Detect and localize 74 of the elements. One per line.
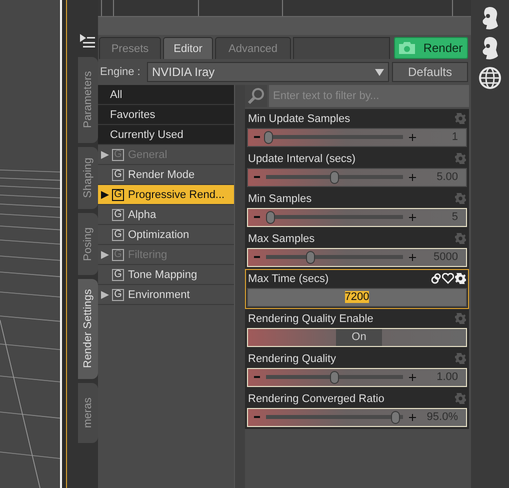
plus-icon[interactable] [409, 374, 416, 381]
globe-icon[interactable] [478, 66, 502, 90]
expand-icon[interactable] [101, 290, 109, 298]
defaults-button[interactable]: Defaults [392, 62, 468, 82]
property-name: Rendering Quality Enable [248, 312, 374, 325]
plus-icon[interactable] [409, 174, 416, 181]
search-icon[interactable] [245, 85, 267, 107]
group-item[interactable]: G Progressive Rend... [98, 185, 234, 205]
head-icon[interactable] [480, 6, 500, 30]
side-tab[interactable]: meras [78, 383, 98, 443]
group-label: Environment [128, 288, 190, 300]
property-name: Min Update Samples [248, 112, 350, 125]
group-label: Render Mode [128, 168, 195, 180]
property-name: Rendering Converged Ratio [248, 392, 384, 405]
minus-icon[interactable] [254, 376, 260, 378]
engine-label: Engine : [100, 66, 142, 78]
group-icon: G [112, 188, 124, 200]
camera-icon [399, 42, 416, 54]
property-name: Update Interval (secs) [248, 152, 356, 165]
property-name: Max Time (secs) [248, 272, 329, 285]
value-reading: 5 [450, 211, 459, 224]
property-name: Rendering Quality [248, 352, 336, 365]
link-icon[interactable] [431, 273, 441, 284]
toggle-button[interactable]: On [336, 328, 382, 346]
plus-icon[interactable] [409, 254, 416, 261]
plus-icon[interactable] [409, 134, 416, 141]
engine-dropdown[interactable]: NVIDIA Iray [147, 62, 389, 82]
value-reading: 1.00 [436, 371, 459, 384]
group-icon: G [112, 228, 124, 240]
minus-icon[interactable] [254, 136, 260, 138]
minus-icon[interactable] [254, 176, 260, 178]
minus-icon[interactable] [254, 416, 260, 418]
group-icon: G [112, 168, 124, 180]
side-tab[interactable]: Render Settings [78, 279, 98, 379]
value-reading: 5000 [432, 251, 459, 264]
minus-icon[interactable] [254, 216, 260, 218]
group-label: Tone Mapping [128, 268, 198, 280]
filter-item[interactable]: All [98, 85, 234, 105]
slider-thumb[interactable] [306, 250, 316, 264]
side-tab[interactable]: Parameters [78, 57, 98, 143]
minus-icon[interactable] [254, 256, 260, 258]
render-button[interactable]: Render [394, 37, 468, 59]
value-reading: 1 [450, 131, 459, 144]
property-name: Max Samples [248, 232, 315, 245]
side-tab[interactable]: Shaping [78, 147, 98, 209]
value-reading: 95.0% [426, 411, 459, 424]
gear-icon[interactable] [455, 273, 466, 284]
heart-icon[interactable] [442, 273, 454, 284]
slider-track[interactable] [266, 410, 403, 424]
tab[interactable]: Editor [163, 37, 213, 59]
filter-item[interactable]: Currently Used [98, 125, 234, 145]
filter-item[interactable]: Favorites [98, 105, 234, 125]
head-icon[interactable] [480, 36, 500, 60]
slider-thumb[interactable] [330, 370, 338, 384]
slider-thumb[interactable] [330, 170, 338, 184]
group-label: Alpha [128, 208, 156, 220]
slider-track[interactable] [266, 210, 403, 224]
property-name: Min Samples [248, 192, 312, 205]
plus-icon[interactable] [409, 214, 416, 221]
group-label: Optimization [128, 228, 190, 240]
group-icon: G [112, 268, 124, 280]
group-icon: G [112, 208, 124, 220]
slider-track[interactable] [266, 130, 403, 144]
group-item[interactable]: G Environment [98, 285, 234, 305]
group-icon: G [112, 288, 124, 300]
slider-thumb[interactable] [264, 130, 273, 144]
slider-thumb[interactable] [391, 410, 400, 424]
side-tab[interactable]: Posing [78, 213, 98, 275]
value-reading: 5.00 [436, 171, 459, 184]
group-label: Progressive Rend... [128, 188, 225, 200]
plus-icon[interactable] [409, 414, 416, 421]
slider-thumb[interactable] [266, 210, 276, 224]
caret-icon [375, 68, 384, 76]
expand-icon[interactable] [101, 190, 109, 198]
